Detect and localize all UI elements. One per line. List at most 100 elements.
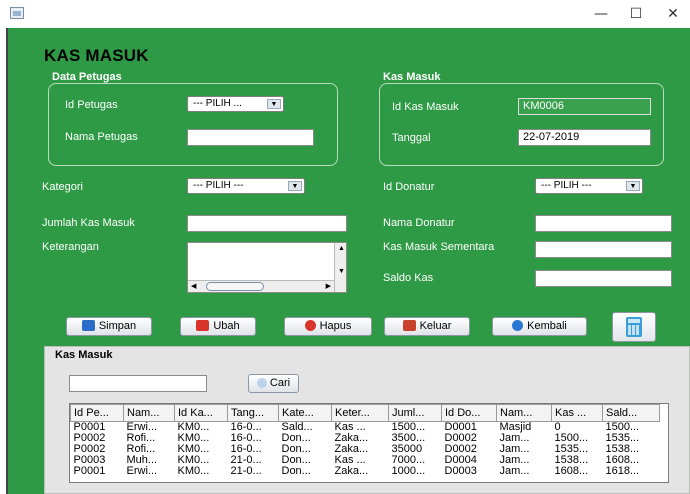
search-input[interactable] xyxy=(69,375,207,392)
table-cell: 1000... xyxy=(391,466,426,477)
ubah-label: Ubah xyxy=(213,320,240,332)
kas-masuk-panel-title: Kas Masuk xyxy=(383,71,441,83)
table-cell: 1538... xyxy=(605,444,640,455)
nama-donatur-label: Nama Donatur xyxy=(383,217,455,229)
table-cell: Rofi... xyxy=(126,433,156,444)
data-table: Id Pe... Nam... Id Ka... Tang... Kate... Kete… xyxy=(70,404,660,477)
data-petugas-title: Data Petugas xyxy=(52,71,122,83)
table-cell: Zaka... xyxy=(334,433,369,444)
id-donatur-combo[interactable]: --- PILIH --- ▼ xyxy=(535,178,643,194)
table-cell: 1535... xyxy=(605,433,640,444)
table-column-header[interactable]: Id Do... xyxy=(441,404,497,422)
jumlah-kas-masuk-label: Jumlah Kas Masuk xyxy=(42,217,135,229)
table-cell: 1535... xyxy=(554,444,589,455)
table-column-header[interactable]: Sald... xyxy=(602,404,660,422)
cari-button[interactable]: Cari xyxy=(248,374,299,393)
kas-masuk-sementara-label: Kas Masuk Sementara xyxy=(383,241,495,253)
kategori-combo[interactable]: --- PILIH --- ▼ xyxy=(187,178,305,194)
table-cell: D0001 xyxy=(444,421,477,433)
minimize-button[interactable]: — xyxy=(586,4,616,24)
table-cell: Jam... xyxy=(499,444,530,455)
keterangan-textarea[interactable]: ▲ ▼ ◀ ▶ xyxy=(187,242,347,293)
table-row[interactable]: P0002 Rofi... KM0... 16-0... Don... Zaka... 35… xyxy=(71,444,660,455)
table-cell: 1500... xyxy=(605,421,640,433)
simpan-label: Simpan xyxy=(98,320,137,332)
keluar-button[interactable]: Keluar xyxy=(384,317,470,336)
simpan-button[interactable]: Simpan xyxy=(66,317,152,336)
table-column-header[interactable]: Nam... xyxy=(123,404,175,422)
ubah-button[interactable]: Ubah xyxy=(180,317,256,336)
kas-masuk-table[interactable]: Id Pe... Nam... Id Ka... Tang... Kate... Kete… xyxy=(69,403,669,483)
table-cell: D0002 xyxy=(444,433,477,444)
table-cell: 1618... xyxy=(605,466,640,477)
id-kas-masuk-field: KM0006 xyxy=(518,98,651,115)
id-petugas-combo[interactable]: --- PILIH ... ▼ xyxy=(187,96,284,112)
table-cell: KM0... xyxy=(177,466,210,477)
id-petugas-label: Id Petugas xyxy=(65,99,118,111)
table-cell: 0 xyxy=(554,421,561,433)
nama-donatur-field[interactable] xyxy=(535,215,672,232)
maximize-button[interactable]: ☐ xyxy=(621,4,651,24)
hapus-label: Hapus xyxy=(319,320,352,332)
java-app-icon xyxy=(10,7,24,19)
back-arrow-icon xyxy=(512,320,524,331)
table-cell: 1608... xyxy=(554,466,589,477)
edit-icon xyxy=(196,320,210,331)
chevron-down-icon: ▼ xyxy=(626,181,640,191)
table-cell: 16-0... xyxy=(230,421,262,433)
table-column-header[interactable]: Id Pe... xyxy=(70,404,124,422)
kas-masuk-sementara-field[interactable] xyxy=(535,241,672,258)
table-cell: 1500... xyxy=(554,433,589,444)
id-donatur-label: Id Donatur xyxy=(383,181,435,193)
search-icon xyxy=(256,378,267,388)
table-column-header[interactable]: Tang... xyxy=(227,404,279,422)
calculator-button[interactable] xyxy=(612,312,656,342)
table-column-header[interactable]: Keter... xyxy=(331,404,389,422)
tanggal-field[interactable]: 22-07-2019 xyxy=(518,129,651,146)
table-cell: D0002 xyxy=(444,444,477,455)
id-kas-masuk-label: Id Kas Masuk xyxy=(392,101,459,113)
table-cell: Rofi... xyxy=(126,444,156,455)
table-cell: 1500... xyxy=(391,421,426,433)
table-cell: P0002 xyxy=(73,433,106,444)
jumlah-kas-masuk-field[interactable] xyxy=(187,215,347,232)
table-column-header[interactable]: Kate... xyxy=(278,404,332,422)
table-cell: Jam... xyxy=(499,466,530,477)
table-cell: Erwi... xyxy=(126,421,158,433)
table-row[interactable]: P0002 Rofi... KM0... 16-0... Don... Zaka... 35… xyxy=(71,433,660,444)
save-icon xyxy=(81,320,95,331)
table-cell: Kas ... xyxy=(334,455,366,466)
table-cell: Kas ... xyxy=(334,421,366,433)
nama-petugas-field[interactable] xyxy=(187,129,314,146)
table-cell: 3500... xyxy=(391,433,426,444)
table-row[interactable]: P0003 Muh... KM0... 21-0... Don... Kas ... 700… xyxy=(71,455,660,466)
table-cell: Don... xyxy=(281,433,311,444)
saldo-kas-label: Saldo Kas xyxy=(383,272,434,284)
table-cell: 1608... xyxy=(605,455,640,466)
saldo-kas-field[interactable] xyxy=(535,270,672,287)
table-cell: KM0... xyxy=(177,433,210,444)
table-cell: P0001 xyxy=(73,421,106,433)
calculator-icon xyxy=(626,317,642,337)
table-cell: P0002 xyxy=(73,444,106,455)
vertical-scrollbar[interactable]: ▲ ▼ xyxy=(334,243,346,292)
table-cell: Masjid xyxy=(499,421,532,433)
table-row[interactable]: P0001 Erwi... KM0... 16-0... Sald... Kas ... 1… xyxy=(71,422,660,434)
table-column-header[interactable]: Juml... xyxy=(388,404,442,422)
table-cell: 35000 xyxy=(391,444,423,455)
close-button[interactable]: ✕ xyxy=(658,4,688,24)
keluar-label: Keluar xyxy=(419,320,452,332)
table-cell: D0003 xyxy=(444,466,477,477)
table-cell: KM0... xyxy=(177,455,210,466)
chevron-down-icon: ▼ xyxy=(288,181,302,191)
table-cell: Muh... xyxy=(126,455,158,466)
hapus-button[interactable]: Hapus xyxy=(284,317,372,336)
table-row[interactable]: P0001 Erwi... KM0... 21-0... Don... Zaka... 10… xyxy=(71,466,660,477)
horizontal-scrollbar[interactable]: ◀ ▶ xyxy=(188,280,334,292)
window-title-bar: — ☐ ✕ xyxy=(0,0,690,28)
kembali-button[interactable]: Kembali xyxy=(492,317,587,336)
table-column-header[interactable]: Kas ... xyxy=(551,404,603,422)
table-column-header[interactable]: Id Ka... xyxy=(174,404,228,422)
scrollbar-thumb[interactable] xyxy=(206,282,264,291)
table-column-header[interactable]: Nam... xyxy=(496,404,552,422)
